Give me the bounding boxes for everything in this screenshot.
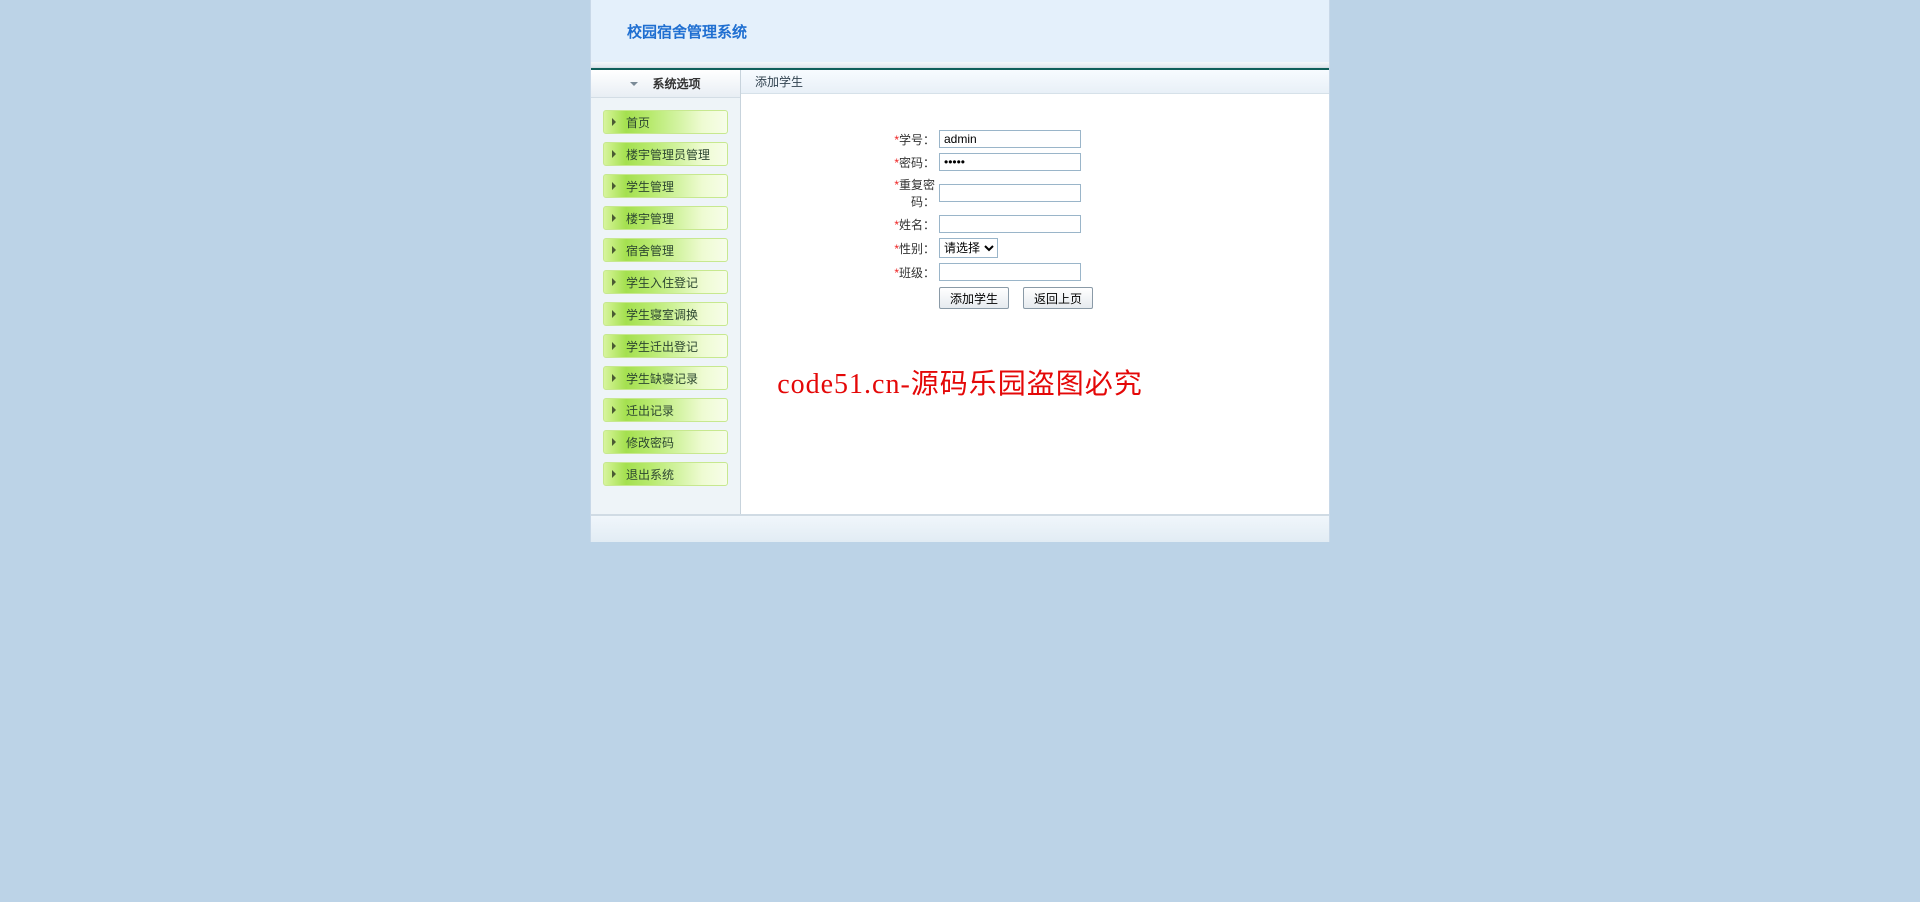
arrow-right-icon	[612, 310, 616, 318]
sidebar-header-label: 系统选项	[652, 75, 700, 92]
arrow-right-icon	[612, 438, 616, 446]
nav-item-building-mgmt[interactable]: 楼宇管理	[603, 206, 728, 230]
arrow-right-icon	[612, 214, 616, 222]
system-title: 校园宿舍管理系统	[627, 21, 747, 42]
nav-item-change-password[interactable]: 修改密码	[603, 430, 728, 454]
label-student-number: *学号：	[871, 131, 935, 148]
nav-item-checkout-log[interactable]: 迁出记录	[603, 398, 728, 422]
nav-item-room-change[interactable]: 学生寝室调换	[603, 302, 728, 326]
arrow-right-icon	[612, 150, 616, 158]
nav-item-absence[interactable]: 学生缺寝记录	[603, 366, 728, 390]
nav-label: 学生入住登记	[626, 274, 698, 291]
row-student-number: *学号：	[871, 130, 1329, 148]
arrow-right-icon	[612, 182, 616, 190]
nav-label: 首页	[626, 114, 650, 131]
arrow-right-icon	[612, 342, 616, 350]
arrow-right-icon	[612, 406, 616, 414]
label-name: *姓名：	[871, 216, 935, 233]
label-gender: *性别：	[871, 240, 935, 257]
row-gender: *性别： 请选择	[871, 238, 1329, 258]
nav-item-building-admin[interactable]: 楼宇管理员管理	[603, 142, 728, 166]
input-password[interactable]	[939, 153, 1081, 171]
label-repeat-password: *重复密码：	[871, 176, 935, 210]
panel-title-bar: 添加学生	[741, 70, 1329, 94]
nav-label: 学生迁出登记	[626, 338, 698, 355]
nav-item-checkin[interactable]: 学生入住登记	[603, 270, 728, 294]
label-password: *密码：	[871, 154, 935, 171]
main-panel: 添加学生 *学号： *密码： *重复密码：	[741, 70, 1329, 514]
nav-item-student-mgmt[interactable]: 学生管理	[603, 174, 728, 198]
nav-label: 迁出记录	[626, 402, 674, 419]
nav-label: 宿舍管理	[626, 242, 674, 259]
sidebar: 系统选项 首页 楼宇管理员管理 学生管理	[591, 70, 741, 514]
row-class: *班级：	[871, 263, 1329, 281]
row-name: *姓名：	[871, 215, 1329, 233]
nav-item-logout[interactable]: 退出系统	[603, 462, 728, 486]
input-student-number[interactable]	[939, 130, 1081, 148]
nav-label: 修改密码	[626, 434, 674, 451]
arrow-right-icon	[612, 470, 616, 478]
panel-title: 添加学生	[755, 73, 803, 90]
nav-label: 楼宇管理	[626, 210, 674, 227]
add-student-form: *学号： *密码： *重复密码： *姓名：	[741, 94, 1329, 309]
header-divider	[591, 62, 1329, 70]
back-button[interactable]: 返回上页	[1023, 287, 1093, 309]
arrow-right-icon	[612, 374, 616, 382]
body: 系统选项 首页 楼宇管理员管理 学生管理	[591, 70, 1329, 514]
input-class[interactable]	[939, 263, 1081, 281]
row-password: *密码：	[871, 153, 1329, 171]
nav-label: 学生寝室调换	[626, 306, 698, 323]
nav-item-checkout[interactable]: 学生迁出登记	[603, 334, 728, 358]
input-repeat-password[interactable]	[939, 184, 1081, 202]
label-class: *班级：	[871, 264, 935, 281]
chevron-down-icon	[630, 82, 638, 86]
button-row: 添加学生 返回上页	[871, 287, 1329, 309]
input-name[interactable]	[939, 215, 1081, 233]
nav-item-home[interactable]: 首页	[603, 110, 728, 134]
nav-list: 首页 楼宇管理员管理 学生管理 楼宇管理	[591, 98, 740, 486]
nav-label: 学生管理	[626, 178, 674, 195]
arrow-right-icon	[612, 118, 616, 126]
sidebar-header[interactable]: 系统选项	[591, 70, 740, 98]
arrow-right-icon	[612, 278, 616, 286]
nav-label: 楼宇管理员管理	[626, 146, 710, 163]
nav-label: 学生缺寝记录	[626, 370, 698, 387]
arrow-right-icon	[612, 246, 616, 254]
header: 校园宿舍管理系统	[591, 0, 1329, 62]
submit-button[interactable]: 添加学生	[939, 287, 1009, 309]
nav-item-dorm-mgmt[interactable]: 宿舍管理	[603, 238, 728, 262]
footer-bar	[591, 514, 1329, 542]
select-gender[interactable]: 请选择	[939, 238, 998, 258]
row-repeat-password: *重复密码：	[871, 176, 1329, 210]
app-window: 校园宿舍管理系统 系统选项 首页 楼宇管理员管理	[590, 0, 1330, 542]
nav-label: 退出系统	[626, 466, 674, 483]
